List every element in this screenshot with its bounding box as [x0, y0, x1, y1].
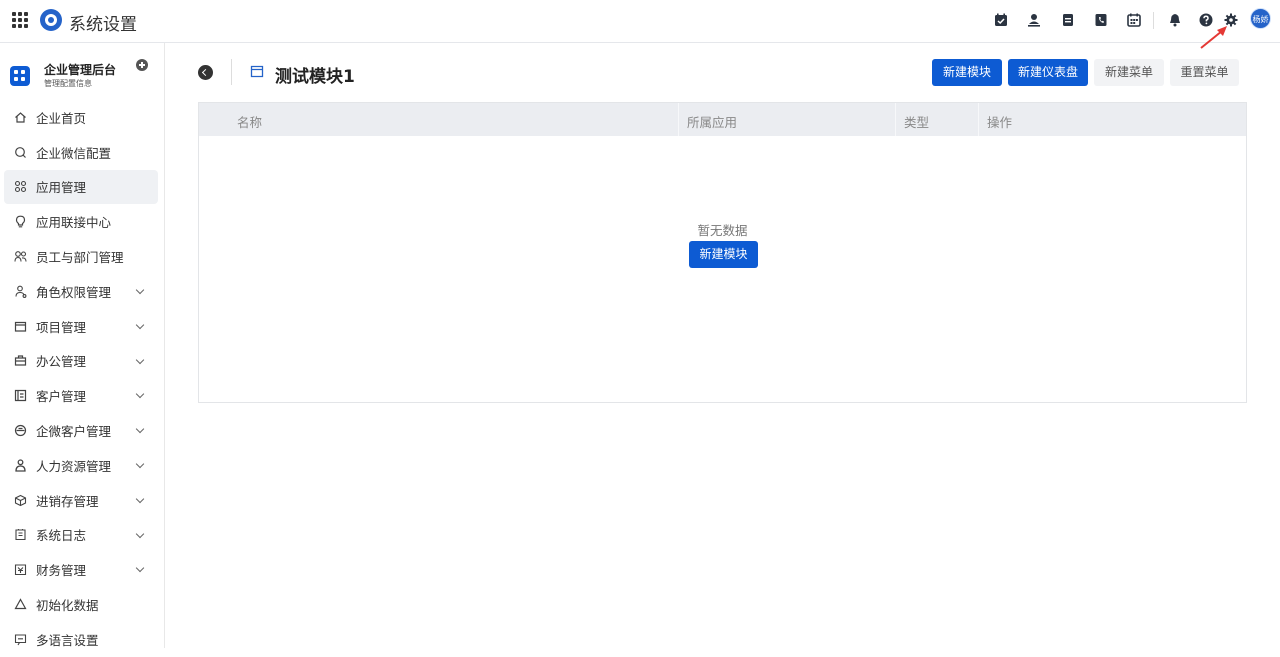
sidebar-item-label: 初始化数据: [36, 598, 99, 614]
document-icon[interactable]: [1061, 13, 1075, 27]
sidebar-item-app-management[interactable]: 应用管理: [4, 169, 158, 205]
sidebar-item-customers[interactable]: 客户管理: [4, 378, 158, 413]
column-header-app: 所属应用: [687, 115, 738, 130]
column-header-actions: 操作: [987, 115, 1013, 130]
sidebar-item-label: 应用联接中心: [36, 215, 112, 231]
column-divider: [895, 103, 896, 136]
column-divider: [978, 103, 979, 136]
column-header-type: 类型: [904, 115, 930, 130]
chevron-down-icon: [135, 564, 145, 573]
toolbar-divider: [1153, 12, 1154, 29]
gear-icon[interactable]: [1224, 13, 1238, 27]
sidebar-item-system-log[interactable]: 系统日志: [4, 518, 158, 553]
sidebar-item-label: 企业微信配置: [36, 145, 112, 161]
new-menu-button[interactable]: 新建菜单: [1094, 59, 1164, 86]
sidebar-item-label: 员工与部门管理: [36, 250, 124, 266]
calendar-icon[interactable]: [1127, 13, 1141, 27]
sidebar-item-label: 多语言设置: [36, 632, 99, 648]
header-divider: [231, 59, 232, 85]
user-upload-icon[interactable]: [1027, 13, 1041, 27]
chevron-down-icon: [135, 494, 145, 504]
contacts-icon: [14, 389, 27, 402]
chevron-down-icon: [135, 320, 145, 330]
phone-book-icon[interactable]: [1094, 13, 1108, 27]
sidebar-item-label: 项目管理: [36, 319, 87, 335]
org-icon: [10, 66, 30, 86]
users-icon: [14, 250, 27, 263]
reset-menu-button[interactable]: 重置菜单: [1170, 59, 1239, 86]
sidebar-item-label: 角色权限管理: [36, 284, 112, 300]
sidebar-item-label: 系统日志: [36, 528, 87, 544]
calendar-check-icon[interactable]: [994, 13, 1008, 27]
column-divider: [678, 103, 679, 136]
folder-icon: [250, 65, 264, 78]
box-icon: [14, 494, 27, 507]
sidebar-item-app-connect[interactable]: 应用联接中心: [4, 204, 158, 239]
sidebar-item-inventory[interactable]: 进销存管理: [4, 483, 158, 518]
person-icon: [14, 459, 27, 472]
sidebar-item-wecom-config[interactable]: 企业微信配置: [4, 135, 158, 170]
new-module-button[interactable]: 新建模块: [932, 59, 1002, 86]
wecom-icon: [14, 424, 27, 437]
sidebar-menu: 企业首页 企业微信配置 应用管理 应用联接中心 员工与部门管理 角色权限管理 项…: [0, 100, 165, 657]
sidebar-item-language[interactable]: 多语言设置: [4, 622, 158, 657]
empty-state-text: 暂无数据: [697, 223, 748, 238]
table-header: 名称 所属应用 类型 操作: [199, 103, 1246, 136]
briefcase-icon: [14, 354, 27, 367]
page-header: 测试模块1 新建模块 新建仪表盘 新建菜单 重置菜单: [165, 43, 1280, 103]
page-title: 测试模块1: [275, 67, 355, 87]
empty-new-module-button[interactable]: 新建模块: [689, 241, 758, 268]
sidebar-item-label: 客户管理: [36, 389, 87, 405]
folder-icon: [14, 320, 27, 333]
sidebar-item-label: 办公管理: [36, 354, 87, 370]
chevron-down-icon: [135, 355, 145, 364]
sidebar-item-label: 人力资源管理: [36, 458, 112, 474]
bell-icon[interactable]: [1168, 13, 1182, 27]
app-title: 系统设置: [69, 15, 137, 35]
apps-grid-icon: [14, 180, 27, 193]
bulb-icon: [14, 215, 27, 228]
sidebar-item-label: 企微客户管理: [36, 424, 112, 440]
column-header-name: 名称: [237, 115, 263, 130]
sidebar-item-label: 企业首页: [36, 110, 87, 126]
sidebar-item-finance[interactable]: 财务管理: [4, 552, 158, 587]
chevron-down-icon: [135, 390, 145, 399]
org-subtitle: 管理配置信息: [44, 79, 92, 88]
org-name: 企业管理后台: [44, 63, 117, 77]
top-bar: 系统设置 杨娇: [0, 0, 1280, 43]
sidebar-item-label: 财务管理: [36, 563, 87, 579]
recycle-icon: [14, 598, 27, 611]
log-icon: [14, 528, 27, 541]
sidebar-item-staff[interactable]: 员工与部门管理: [4, 239, 158, 274]
finance-icon: [14, 563, 27, 576]
home-icon: [14, 111, 27, 124]
language-icon: [14, 633, 27, 646]
user-avatar[interactable]: 杨娇: [1250, 8, 1271, 29]
sidebar-item-projects[interactable]: 项目管理: [4, 309, 158, 344]
sidebar-item-office[interactable]: 办公管理: [4, 344, 158, 379]
sidebar-item-label: 应用管理: [36, 180, 87, 196]
new-dashboard-button[interactable]: 新建仪表盘: [1008, 59, 1088, 86]
sidebar-item-hr[interactable]: 人力资源管理: [4, 448, 158, 483]
org-header[interactable]: 企业管理后台 管理配置信息: [10, 59, 160, 93]
sidebar-item-label: 进销存管理: [36, 493, 99, 509]
help-icon[interactable]: [1199, 13, 1213, 27]
chevron-down-icon: [135, 459, 145, 469]
back-arrow-icon[interactable]: [198, 65, 213, 80]
chat-icon: [14, 146, 27, 159]
chevron-down-icon: [135, 285, 145, 295]
sidebar-item-init-data[interactable]: 初始化数据: [4, 587, 158, 622]
chevron-down-icon: [135, 529, 145, 538]
add-org-icon[interactable]: [136, 59, 148, 71]
chevron-down-icon: [135, 424, 145, 434]
role-icon: [14, 285, 27, 298]
app-launcher-icon[interactable]: [12, 12, 28, 28]
sidebar-item-home[interactable]: 企业首页: [4, 100, 158, 135]
sidebar-item-wecom-customers[interactable]: 企微客户管理: [4, 413, 158, 448]
module-table: 名称 所属应用 类型 操作 暂无数据 新建模块: [198, 102, 1247, 403]
sidebar: 企业管理后台 管理配置信息 企业首页 企业微信配置 应用管理 应用联接中心 员工…: [0, 43, 165, 648]
sidebar-item-roles[interactable]: 角色权限管理: [4, 274, 158, 309]
app-logo-icon: [40, 9, 62, 31]
